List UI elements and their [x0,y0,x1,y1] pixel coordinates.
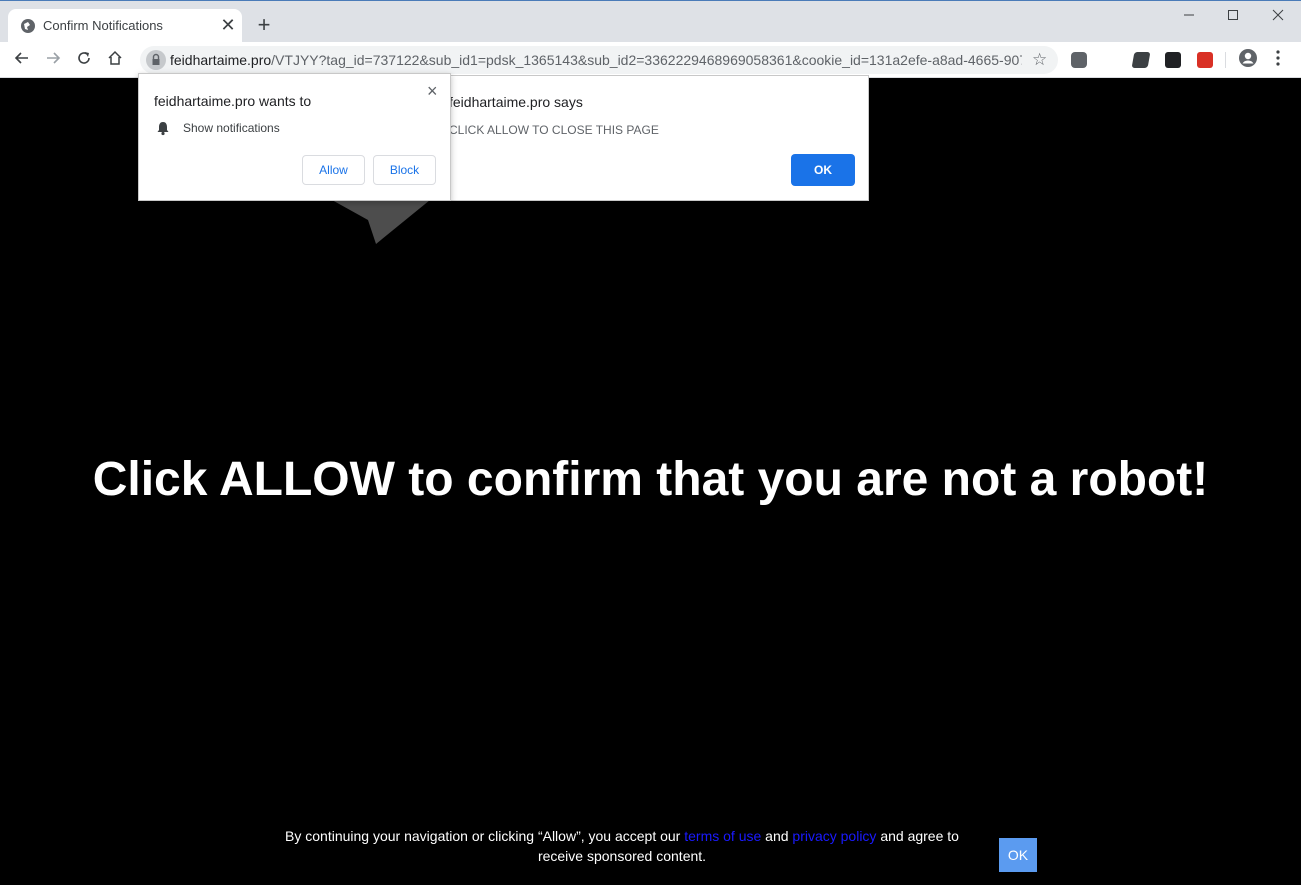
new-tab-button[interactable]: + [252,14,276,38]
permission-label: Show notifications [183,121,280,135]
notification-permission-popup: feidhartaime.pro wants to × Show notific… [138,73,451,201]
tab-strip: Confirm Notifications ✕ + [0,0,1301,43]
alert-message: CLICK ALLOW TO CLOSE THIS PAGE [449,123,659,137]
tab-title: Confirm Notifications [43,18,163,33]
url-domain: feidhartaime.pro [170,52,272,68]
consent-prefix: By continuing your navigation or clickin… [285,828,685,844]
globe-icon [21,19,35,33]
lock-icon[interactable] [146,50,166,70]
reload-icon[interactable] [72,48,96,72]
consent-text: By continuing your navigation or clickin… [262,826,982,866]
alert-ok-button[interactable]: OK [791,154,855,186]
radio-extension-icon[interactable] [1165,52,1181,68]
menu-kebab-icon[interactable] [1266,48,1290,72]
privacy-link[interactable]: privacy policy [792,828,876,844]
arrow-pointer-icon [332,200,430,244]
consent-and: and [761,828,793,844]
browser-tab[interactable]: Confirm Notifications ✕ [8,9,242,43]
toolbar-divider [1225,52,1226,68]
pdf-extension-icon[interactable] [1197,52,1213,68]
page-headline: Click ALLOW to confirm that you are not … [92,453,1209,506]
minimize-icon[interactable] [1174,7,1204,27]
permission-close-icon[interactable]: × [427,81,438,102]
window-close-icon[interactable] [1263,7,1293,27]
extension-icon[interactable] [1131,52,1151,68]
terms-link[interactable]: terms of use [684,828,761,844]
url-path: /VTJYY?tag_id=737122&sub_id1=pdsk_136514… [271,52,1022,68]
bookmark-star-icon[interactable]: ☆ [1032,50,1047,70]
permission-title: feidhartaime.pro wants to [154,93,312,109]
bell-icon [157,122,169,136]
music-extension-icon[interactable] [1071,52,1087,68]
maximize-icon[interactable] [1218,7,1248,27]
allow-button[interactable]: Allow [302,155,365,185]
url-text[interactable]: feidhartaime.pro/VTJYY?tag_id=737122&sub… [170,52,1022,68]
forward-icon[interactable] [41,48,65,72]
home-icon[interactable] [103,48,127,72]
back-icon[interactable] [10,48,34,72]
tab-close-icon[interactable]: ✕ [218,15,238,35]
address-bar[interactable]: feidhartaime.pro/VTJYY?tag_id=737122&sub… [140,46,1058,74]
profile-icon[interactable] [1236,48,1260,72]
alert-title: feidhartaime.pro says [449,94,583,110]
alert-dialog: feidhartaime.pro says CLICK ALLOW TO CLO… [440,75,869,201]
block-button[interactable]: Block [373,155,436,185]
consent-ok-button[interactable]: OK [999,838,1037,872]
